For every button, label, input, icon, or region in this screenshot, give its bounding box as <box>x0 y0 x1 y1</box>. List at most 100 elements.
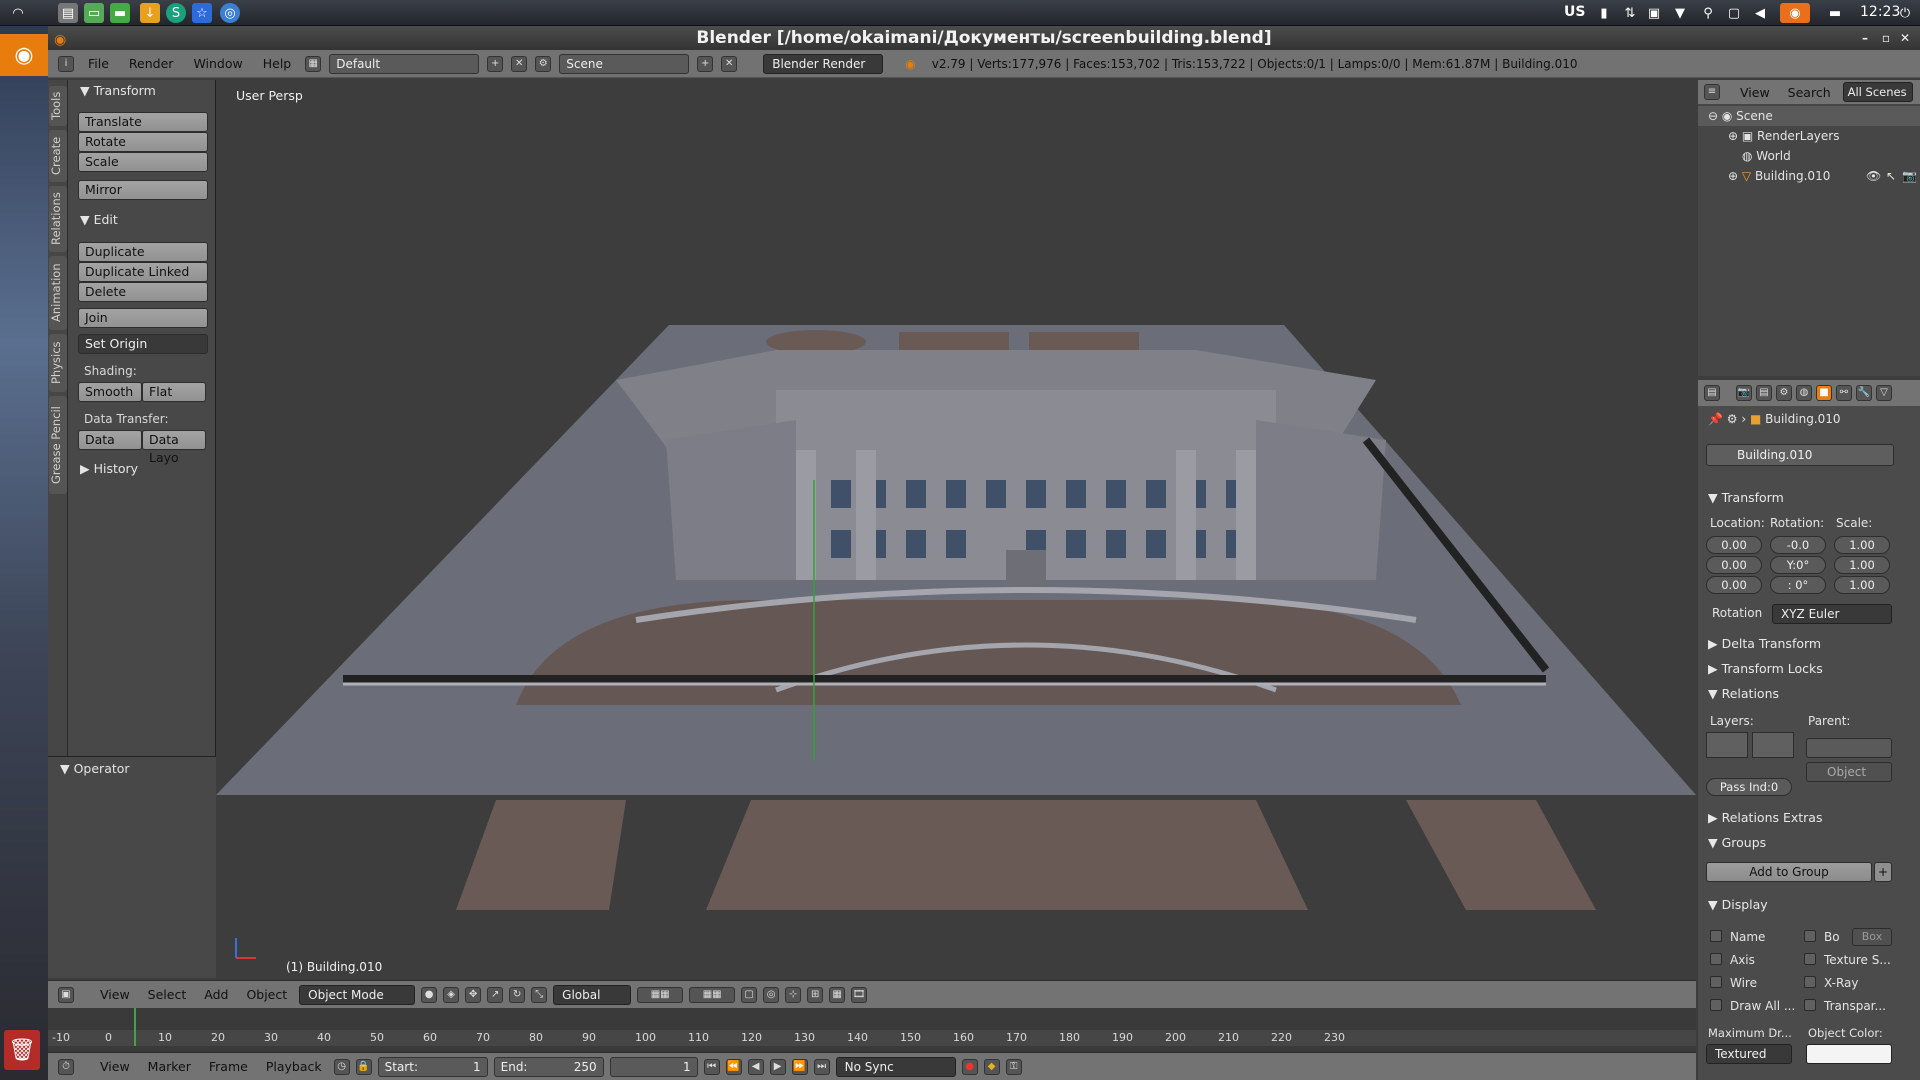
manipulator-toggle-icon[interactable]: ✥ <box>465 986 482 1003</box>
draw-all-checkbox[interactable] <box>1710 999 1722 1011</box>
transform-section-header[interactable]: ▼ Transform <box>1708 490 1784 505</box>
scale-y-field[interactable]: 1.00 <box>1834 556 1890 574</box>
outliner-row-scene[interactable]: ⊖ ◉ Scene <box>1698 106 1920 126</box>
next-keyframe-icon[interactable]: ⏩ <box>791 1058 808 1075</box>
menu-file[interactable]: File <box>82 56 115 71</box>
timeline-ruler[interactable]: -10 0 10 20 30 40 50 60 70 80 90 100 110 120 130 140 150… <box>48 1008 1696 1046</box>
star-icon[interactable]: ☆ <box>192 3 212 23</box>
add-group-plus-icon[interactable]: + <box>1874 862 1892 882</box>
wire-checkbox[interactable] <box>1710 976 1722 988</box>
editor-type-outliner-icon[interactable]: ≡ <box>1704 84 1720 100</box>
menu-help[interactable]: Help <box>257 56 298 71</box>
bounds-checkbox[interactable] <box>1804 930 1816 942</box>
current-frame-field[interactable]: 1 <box>609 1056 698 1077</box>
tab-grease-pencil[interactable]: Grease Pencil <box>49 396 67 494</box>
start-frame-field[interactable]: Start: 1 <box>377 1056 488 1077</box>
snap-toggle-icon[interactable]: ⊹ <box>785 986 802 1003</box>
timeline-menu-view[interactable]: View <box>94 1059 136 1074</box>
history-panel-header[interactable]: ▶ History <box>80 461 138 476</box>
remove-scene-icon[interactable]: ✕ <box>721 55 738 72</box>
location-x-field[interactable]: 0.00 <box>1706 536 1762 554</box>
battery-icon[interactable]: ▬ <box>1820 3 1850 23</box>
display-icon[interactable]: ▣ <box>1644 3 1664 23</box>
display-header[interactable]: ▼ Display <box>1708 897 1768 912</box>
jump-end-icon[interactable]: ⏭ <box>813 1058 830 1075</box>
layer-buttons-icon[interactable]: ▦▦ <box>637 986 684 1003</box>
delta-transform-header[interactable]: ▶ Delta Transform <box>1708 636 1821 651</box>
editor-type-timeline-icon[interactable]: ⏱ <box>58 1058 74 1075</box>
mirror-button[interactable]: Mirror <box>78 180 208 200</box>
rotation-mode-select[interactable]: XYZ Euler <box>1772 604 1892 624</box>
timeline-menu-marker[interactable]: Marker <box>142 1059 197 1074</box>
render-icon[interactable]: ▦ <box>829 986 846 1003</box>
play-icon[interactable]: ▶ <box>769 1058 786 1075</box>
texture-space-checkbox[interactable] <box>1804 953 1816 965</box>
pass-index-field[interactable]: Pass Ind:0 <box>1706 778 1792 796</box>
layer-lock-icon[interactable]: ▢ <box>741 986 758 1003</box>
layer-buttons-2-icon[interactable]: ▦▦ <box>689 986 736 1003</box>
join-button[interactable]: Join <box>78 308 208 328</box>
outliner-row-world[interactable]: ◍ World <box>1698 146 1920 166</box>
bounds-type-select[interactable]: Box <box>1852 928 1892 946</box>
max-draw-select[interactable]: Textured <box>1706 1044 1792 1064</box>
tab-animation[interactable]: Animation <box>49 256 67 330</box>
wifi-icon[interactable]: ▼ <box>1670 3 1690 23</box>
menu-object[interactable]: Object <box>240 987 293 1002</box>
end-frame-field[interactable]: End: 250 <box>493 1056 604 1077</box>
relations-header[interactable]: ▼ Relations <box>1708 686 1779 701</box>
data-button[interactable]: Data <box>78 430 142 450</box>
rotate-button[interactable]: Rotate <box>78 132 208 152</box>
name-checkbox[interactable] <box>1710 930 1722 942</box>
rotation-y-field[interactable]: Y:0° <box>1770 556 1826 574</box>
transform-locks-header[interactable]: ▶ Transform Locks <box>1708 661 1823 676</box>
layer-grid-2[interactable] <box>1752 732 1794 758</box>
renderable-camera-icon[interactable]: 📷 <box>1902 166 1917 186</box>
rotation-z-field[interactable]: : 0° <box>1770 576 1826 594</box>
visibility-eye-icon[interactable]: 👁 <box>1866 166 1881 186</box>
location-y-field[interactable]: 0.00 <box>1706 556 1762 574</box>
translate-button[interactable]: Translate <box>78 112 208 132</box>
scale-button[interactable]: Scale <box>78 152 208 172</box>
proportional-edit-icon[interactable]: ◎ <box>763 986 780 1003</box>
network-icon[interactable]: ⇅ <box>1620 3 1640 23</box>
trash-icon[interactable]: 🗑 <box>4 1030 40 1070</box>
pivot-icon[interactable]: ◈ <box>443 986 460 1003</box>
object-name-field[interactable]: Building.010 <box>1706 444 1894 466</box>
blender-launcher-icon[interactable]: ◉ <box>0 34 48 76</box>
timeline-menu-frame[interactable]: Frame <box>203 1059 254 1074</box>
remove-layout-icon[interactable]: ✕ <box>511 55 528 72</box>
shading-mode-icon[interactable]: ● <box>421 986 438 1003</box>
selectable-cursor-icon[interactable]: ↖ <box>1886 166 1896 186</box>
download-icon[interactable]: ↓ <box>140 3 160 23</box>
outliner-menu-search[interactable]: Search <box>1782 85 1837 100</box>
snap-element-icon[interactable]: ⊞ <box>807 986 824 1003</box>
orientation-select[interactable]: Global <box>553 984 632 1005</box>
tab-relations[interactable]: Relations <box>49 186 67 252</box>
groups-header[interactable]: ▼ Groups <box>1708 835 1766 850</box>
xray-checkbox[interactable] <box>1804 976 1816 988</box>
3d-viewport[interactable] <box>216 80 1696 978</box>
scale-x-field[interactable]: 1.00 <box>1834 536 1890 554</box>
editor-type-properties-icon[interactable]: ▤ <box>1704 385 1720 401</box>
tab-tools[interactable]: Tools <box>49 86 67 126</box>
data-layout-button[interactable]: Data Layo <box>142 430 206 465</box>
jump-start-icon[interactable]: ⏮ <box>703 1058 720 1075</box>
menu-view[interactable]: View <box>94 987 136 1002</box>
data-tab-icon[interactable]: ▽ <box>1876 385 1892 401</box>
object-color-swatch[interactable] <box>1806 1044 1892 1064</box>
rotation-x-field[interactable]: -0.0 <box>1770 536 1826 554</box>
translate-manipulator-icon[interactable]: ↗ <box>487 986 504 1003</box>
clipboard-icon[interactable]: ▮ <box>1594 3 1614 23</box>
render-engine-select[interactable]: Blender Render <box>763 53 884 74</box>
current-frame-marker[interactable] <box>134 1008 136 1046</box>
transparency-checkbox[interactable] <box>1804 999 1816 1011</box>
add-to-group-button[interactable]: Add to Group <box>1706 862 1872 882</box>
scene-field[interactable]: Scene <box>559 53 690 74</box>
duplicate-linked-button[interactable]: Duplicate Linked <box>78 262 208 282</box>
keying-icon[interactable]: ⚿ <box>1005 1058 1022 1075</box>
sync-select[interactable]: No Sync <box>835 1056 956 1077</box>
axis-checkbox[interactable] <box>1710 953 1722 965</box>
ubuntu-menu-icon[interactable]: ◠ <box>8 3 28 23</box>
render-tab-icon[interactable]: 📷 <box>1736 385 1752 401</box>
tab-create[interactable]: Create <box>49 130 67 182</box>
